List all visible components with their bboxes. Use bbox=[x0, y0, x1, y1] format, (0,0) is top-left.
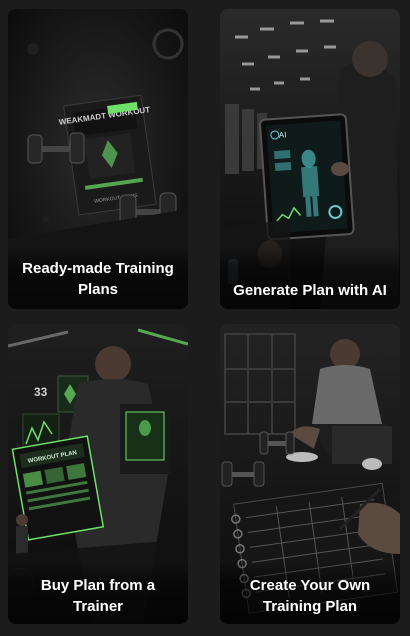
training-options-grid: WEAKMADT WORKOUT WORKOUT PLANS Ready-mad… bbox=[0, 0, 410, 636]
buy-plan-trainer-label: Buy Plan from a Trainer bbox=[40, 577, 156, 615]
ready-made-plans-card[interactable]: WEAKMADT WORKOUT WORKOUT PLANS Ready-mad… bbox=[8, 9, 188, 309]
generate-plan-ai-label: Generate Plan with AI bbox=[233, 282, 387, 299]
wall-number: 33 bbox=[34, 385, 48, 399]
tablet-ai-text: AI bbox=[279, 130, 287, 140]
create-own-plan-card[interactable]: Create Your Own Training Plan bbox=[220, 324, 400, 624]
ready-made-plans-label: Ready-made Training Plans bbox=[22, 260, 174, 298]
buy-plan-trainer-card[interactable]: 33 WORKOUT PLAN Buy Plan from a Trainer bbox=[8, 324, 188, 624]
create-own-plan-label: Create Your Own Training Plan bbox=[249, 577, 371, 615]
generate-plan-ai-card[interactable]: AI Generate Plan with AI bbox=[220, 9, 400, 309]
